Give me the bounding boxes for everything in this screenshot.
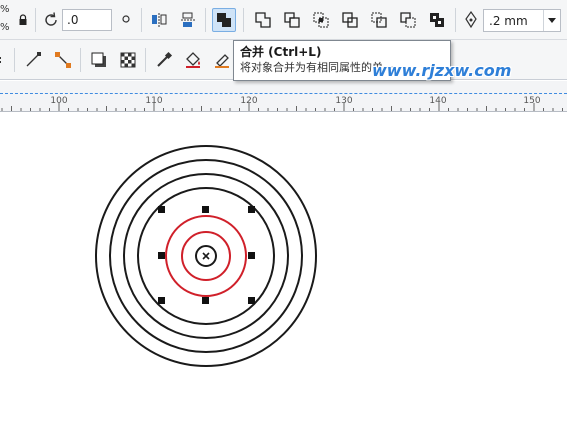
mirror-vertical-icon[interactable] — [177, 9, 199, 31]
handle-top-left — [158, 206, 165, 213]
trim-icon[interactable] — [281, 9, 303, 31]
drawing-canvas[interactable] — [0, 112, 567, 426]
artwork — [95, 145, 317, 367]
tooltip-title: 合并 (Ctrl+L) — [240, 45, 322, 59]
chevron-down-icon[interactable] — [543, 10, 560, 31]
mirror-horizontal-icon[interactable] — [148, 9, 170, 31]
scale-percent-label-top: % — [0, 4, 10, 15]
separator — [243, 8, 244, 32]
drop-shadow-icon[interactable] — [88, 49, 110, 71]
outline-width-select[interactable]: .2 mm — [483, 9, 561, 32]
pen-nib-icon — [460, 9, 482, 31]
dots-icon — [0, 49, 8, 71]
property-bar: % % .2 mm — [0, 0, 567, 40]
back-minus-front-icon[interactable] — [397, 9, 419, 31]
watermark: www.rjzxw.com — [372, 61, 512, 80]
combine-icon[interactable] — [212, 8, 236, 32]
separator — [205, 8, 206, 32]
horizontal-ruler[interactable]: 100 110 120 130 140 150 — [0, 81, 567, 112]
weld-icon[interactable] — [252, 9, 274, 31]
handle-top — [202, 206, 209, 213]
separator — [14, 48, 15, 72]
separator — [455, 8, 456, 32]
simplify-icon[interactable] — [339, 9, 361, 31]
handle-bottom-left — [158, 297, 165, 304]
handle-right — [248, 252, 255, 259]
fill-bucket-icon[interactable] — [182, 49, 204, 71]
separator — [145, 48, 146, 72]
rotation-angle-input[interactable] — [62, 9, 112, 31]
line-tool-icon[interactable] — [22, 49, 44, 71]
scale-percent-label-bottom: % — [0, 22, 10, 33]
separator — [80, 48, 81, 72]
connector-icon[interactable] — [52, 49, 74, 71]
front-minus-back-icon[interactable] — [368, 9, 390, 31]
intersect-icon[interactable] — [310, 9, 332, 31]
eyedropper-icon[interactable] — [153, 49, 175, 71]
transparency-icon[interactable] — [117, 49, 139, 71]
separator — [141, 8, 142, 32]
rotate-icon — [40, 9, 62, 31]
lock-icon[interactable] — [12, 9, 34, 31]
create-boundary-icon[interactable] — [426, 9, 448, 31]
handle-bottom — [202, 297, 209, 304]
separator — [35, 8, 36, 32]
center-cross-icon — [202, 252, 210, 260]
ruler-guide-line — [0, 93, 567, 94]
handle-bottom-right — [248, 297, 255, 304]
smart-fill-icon[interactable] — [211, 49, 233, 71]
handle-top-right — [248, 206, 255, 213]
degree-icon — [115, 8, 137, 30]
outline-width-value: .2 mm — [489, 14, 528, 28]
handle-left — [158, 252, 165, 259]
ruler-ticks — [1, 103, 563, 111]
